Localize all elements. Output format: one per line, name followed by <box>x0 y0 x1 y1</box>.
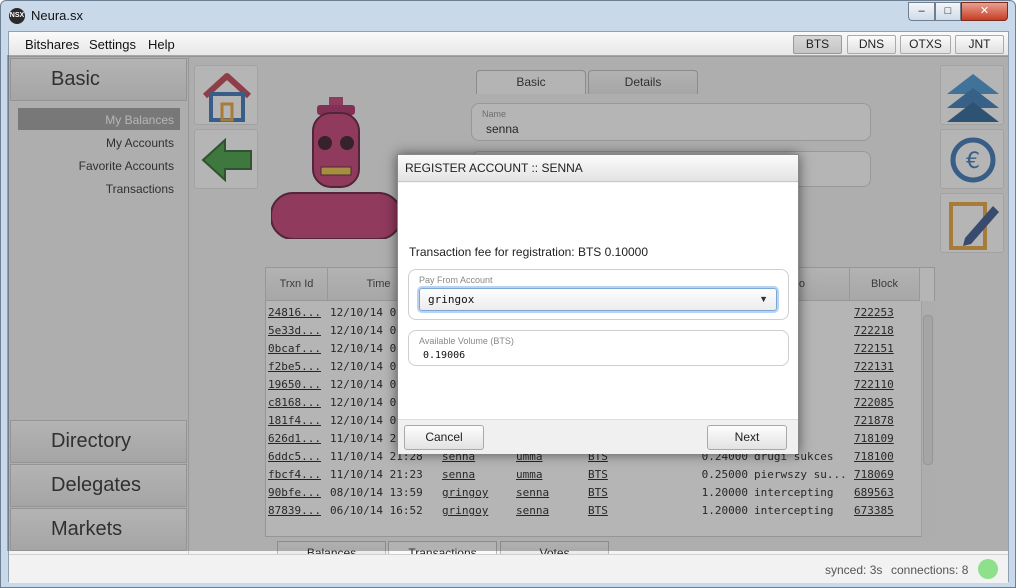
available-volume-value: 0.19006 <box>423 350 466 361</box>
pay-from-group: Pay From Account gringox ▼ <box>408 269 789 320</box>
register-account-dialog: REGISTER ACCOUNT :: SENNA Transaction fe… <box>397 154 799 454</box>
window-title: Neura.sx <box>31 8 84 23</box>
chevron-down-icon: ▼ <box>759 294 768 304</box>
dialog-footer: Cancel Next <box>398 419 798 454</box>
dialog-title: REGISTER ACCOUNT :: SENNA <box>398 155 798 182</box>
close-button[interactable]: ✕ <box>961 2 1008 21</box>
cancel-button[interactable]: Cancel <box>404 425 484 450</box>
pay-from-value: gringox <box>428 293 475 306</box>
network-tab-bts[interactable]: BTS <box>793 35 842 54</box>
network-tab-dns[interactable]: DNS <box>847 35 896 54</box>
available-volume-label: Available Volume (BTS) <box>419 336 514 346</box>
app-logo-icon: NSX <box>9 8 25 24</box>
maximize-button[interactable]: □ <box>935 2 961 21</box>
fee-text: Transaction fee for registration: BTS 0.… <box>409 245 649 259</box>
menu-bar: Bitshares Settings Help BTS DNS OTXS JNT <box>9 32 1008 57</box>
status-bar: synced: 3s connections: 8 <box>9 554 1008 583</box>
menu-settings[interactable]: Settings <box>89 37 136 52</box>
menu-help[interactable]: Help <box>148 37 175 52</box>
connections-status: connections: 8 <box>891 563 969 577</box>
pay-from-select[interactable]: gringox ▼ <box>419 288 777 311</box>
available-volume-group: Available Volume (BTS) 0.19006 <box>408 330 789 366</box>
pay-from-label: Pay From Account <box>419 275 493 285</box>
title-bar: NSX Neura.sx – □ ✕ <box>1 1 1015 31</box>
connection-indicator <box>978 559 998 579</box>
network-tab-jnt[interactable]: JNT <box>955 35 1004 54</box>
menu-bitshares[interactable]: Bitshares <box>25 37 79 52</box>
dialog-body: Transaction fee for registration: BTS 0.… <box>398 183 798 419</box>
synced-status: synced: 3s <box>825 563 883 577</box>
next-button[interactable]: Next <box>707 425 787 450</box>
minimize-button[interactable]: – <box>908 2 935 21</box>
network-tab-otxs[interactable]: OTXS <box>900 35 951 54</box>
